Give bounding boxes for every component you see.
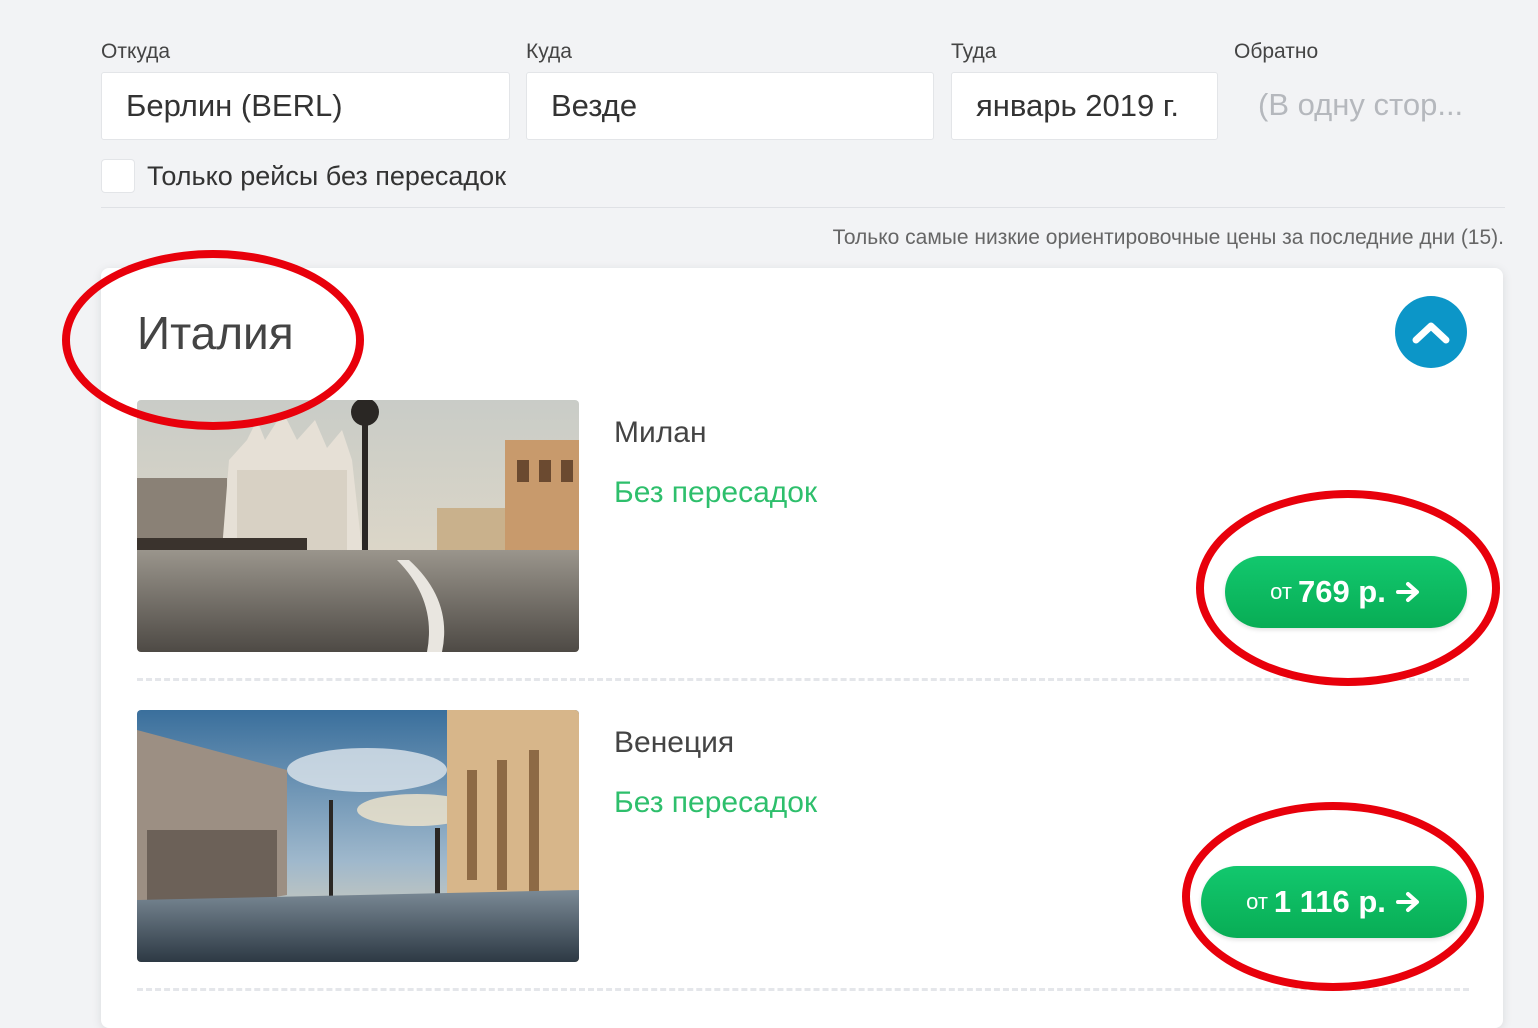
to-field[interactable]: Везде	[526, 72, 934, 140]
depart-field[interactable]: январь 2019 г.	[951, 72, 1218, 140]
venice-photo[interactable]	[137, 710, 579, 962]
to-label: Куда	[526, 40, 572, 63]
country-card: Италия Милан Без пересадок от 769 р. Вен…	[101, 268, 1503, 1028]
return-field[interactable]: (В одну стор...	[1258, 72, 1498, 140]
arrow-right-icon	[1395, 892, 1419, 912]
milan-photo[interactable]	[137, 400, 579, 652]
from-field[interactable]: Берлин (BERL)	[101, 72, 510, 140]
country-title: Италия	[137, 307, 294, 359]
destination-name[interactable]: Милан	[614, 416, 707, 450]
destination-name[interactable]: Венеция	[614, 726, 734, 760]
collapse-button[interactable]	[1395, 296, 1467, 368]
price-note: Только самые низкие ориентировочные цены…	[832, 226, 1504, 249]
direct-only-label[interactable]: Только рейсы без пересадок	[147, 161, 506, 192]
direct-only-row[interactable]: Только рейсы без пересадок	[101, 156, 506, 196]
price-value: 1 116 р.	[1273, 884, 1386, 919]
chevron-up-icon	[1412, 322, 1450, 344]
arrow-right-icon	[1395, 582, 1419, 602]
price-button[interactable]: от 1 116 р.	[1201, 866, 1467, 938]
return-label: Обратно	[1234, 40, 1319, 63]
destination-stops: Без пересадок	[614, 786, 818, 819]
price-button[interactable]: от 769 р.	[1225, 556, 1467, 628]
price-prefix: от	[1246, 889, 1268, 914]
divider	[101, 207, 1505, 208]
depart-label: Туда	[951, 40, 997, 63]
price-value: 769 р.	[1297, 574, 1386, 609]
direct-only-checkbox[interactable]	[101, 159, 135, 193]
destination-item[interactable]: Венеция Без пересадок от 1 116 р.	[137, 710, 1469, 964]
destination-stops: Без пересадок	[614, 476, 818, 509]
destination-item[interactable]: Милан Без пересадок от 769 р.	[137, 400, 1469, 654]
separator	[137, 678, 1469, 681]
price-prefix: от	[1270, 579, 1292, 604]
from-label: Откуда	[101, 40, 171, 63]
